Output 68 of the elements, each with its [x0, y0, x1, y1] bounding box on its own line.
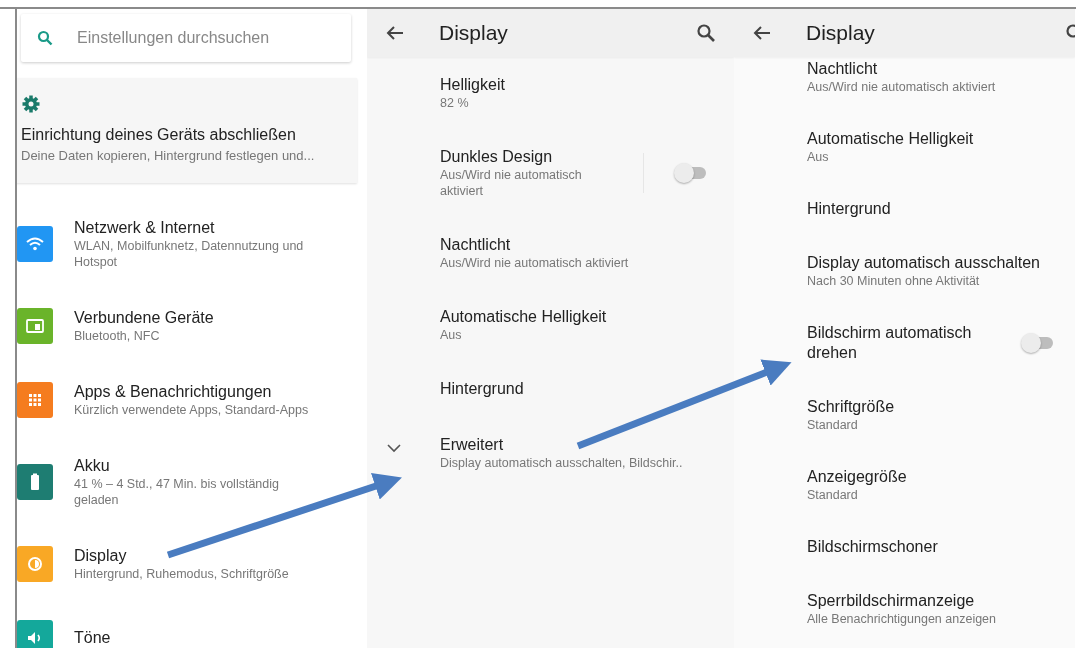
row-subtitle: Display automatisch ausschalten, Bildschir..	[440, 455, 683, 471]
search-field[interactable]: Einstellungen durchsuchen	[21, 14, 351, 62]
row-title: Display automatisch ausschalten	[807, 253, 1040, 273]
row-subtitle: Aus/Wird nie automatisch aktiviert	[440, 255, 629, 271]
row-title: Hintergrund	[440, 379, 524, 399]
item-title: Verbundene Geräte	[74, 308, 214, 328]
item-title: Netzwerk & Internet	[74, 218, 215, 238]
row-subtitle: Aus/Wird nie automatisch aktiviert	[807, 79, 996, 95]
row-title: Nachtlicht	[440, 235, 511, 255]
screen-title: Display	[439, 21, 509, 45]
row-subtitle: 82 %	[440, 95, 469, 111]
row-title: Erweitert	[440, 435, 504, 455]
row-subtitle: Standard	[807, 417, 858, 433]
item-subtitle: Hintergrund, Ruhemodus, Schriftgröße	[74, 566, 289, 582]
settings-row[interactable]: Hintergrund	[367, 361, 734, 417]
row-subtitle: Aus/Wird nie automatisch aktiviert	[440, 167, 583, 199]
settings-row[interactable]: Bildschirmschoner	[734, 520, 1075, 574]
row-title: Automatische Helligkeit	[807, 129, 974, 149]
settings-row[interactable]: Hintergrund	[734, 182, 1075, 236]
toggle-switch[interactable]	[1021, 333, 1053, 353]
settings-row[interactable]: Anzeigegröße Standard	[734, 450, 1075, 520]
settings-row[interactable]: Schriftgröße Standard	[734, 380, 1075, 450]
settings-item[interactable]: Display Hintergrund, Ruhemodus, Schriftgröße	[17, 527, 367, 601]
row-title: Bildschirmschoner	[807, 537, 938, 557]
settings-item[interactable]: Akku 41 % – 4 Std., 47 Min. bis vollständig geladen	[17, 437, 367, 527]
settings-row[interactable]: Automatische Helligkeit Aus	[734, 112, 1075, 182]
gear-icon	[21, 94, 41, 114]
row-subtitle: Alle Benachrichtigungen anzeigen	[807, 611, 997, 627]
row-title: Dunkles Design	[440, 147, 553, 167]
item-title: Apps & Benachrichtigungen	[74, 382, 272, 402]
item-subtitle: Kürzlich verwendete Apps, Standard-Apps	[74, 402, 309, 418]
item-subtitle: Bluetooth, NFC	[74, 328, 160, 344]
settings-row[interactable]: Erweitert Display automatisch ausschalten, Bildschir..	[367, 417, 734, 489]
setup-card[interactable]: Einrichtung deines Geräts abschließen Deine Daten kopieren, Hintergrund festlegen und...	[17, 78, 357, 183]
item-title: Display	[74, 546, 127, 566]
settings-item[interactable]: Netzwerk & Internet WLAN, Mobilfunknetz, Datennutzung und Hotspot	[17, 199, 367, 289]
row-title: Helligkeit	[440, 75, 505, 95]
row-title: Hintergrund	[807, 199, 891, 219]
screen-title: Display	[806, 21, 876, 45]
row-subtitle: Aus	[440, 327, 462, 343]
settings-item[interactable]: Apps & Benachrichtigungen Kürzlich verwendete Apps, Standard-Apps	[17, 363, 367, 437]
settings-item[interactable]: Verbundene Geräte Bluetooth, NFC	[17, 289, 367, 363]
item-subtitle: 41 % – 4 Std., 47 Min. bis vollständig geladen	[74, 476, 280, 508]
toggle-switch[interactable]	[674, 163, 706, 183]
card-title: Einrichtung deines Geräts abschließen	[21, 126, 296, 144]
row-title: Anzeigegröße	[807, 467, 907, 487]
row-title: Bildschirm automatisch drehen	[807, 323, 973, 363]
settings-row[interactable]: Sperrbildschirmanzeige Alle Benachrichtigungen anzeigen	[734, 574, 1075, 644]
row-title: Schriftgröße	[807, 397, 895, 417]
row-title: Automatische Helligkeit	[440, 307, 607, 327]
row-title: Nachtlicht	[807, 59, 878, 79]
settings-row[interactable]: Nachtlicht Aus/Wird nie automatisch aktiviert	[367, 217, 734, 289]
row-subtitle: Aus	[807, 149, 829, 165]
card-subtitle: Deine Daten kopieren, Hintergrund festlegen und...	[21, 148, 315, 163]
item-subtitle: WLAN, Mobilfunknetz, Datennutzung und Hotspot	[74, 238, 305, 270]
item-title: Töne	[74, 628, 111, 648]
settings-row[interactable]: Dunkles Design Aus/Wird nie automatisch aktiviert	[367, 129, 734, 217]
search-icon[interactable]	[696, 23, 716, 43]
settings-row[interactable]: Helligkeit 82 %	[367, 57, 734, 129]
settings-row[interactable]: Bildschirm automatisch drehen	[734, 306, 1075, 380]
row-subtitle: Standard	[807, 487, 858, 503]
row-subtitle: Nach 30 Minuten ohne Aktivität	[807, 273, 980, 289]
settings-row[interactable]: Display automatisch ausschalten Nach 30 Minuten ohne Aktivität	[734, 236, 1075, 306]
row-title: Sperrbildschirmanzeige	[807, 591, 975, 611]
settings-row[interactable]: Automatische Helligkeit Aus	[367, 289, 734, 361]
settings-row[interactable]: Nachtlicht Aus/Wird nie automatisch aktiviert	[734, 57, 1075, 112]
settings-item[interactable]: Töne	[17, 601, 367, 648]
item-title: Akku	[74, 456, 110, 476]
